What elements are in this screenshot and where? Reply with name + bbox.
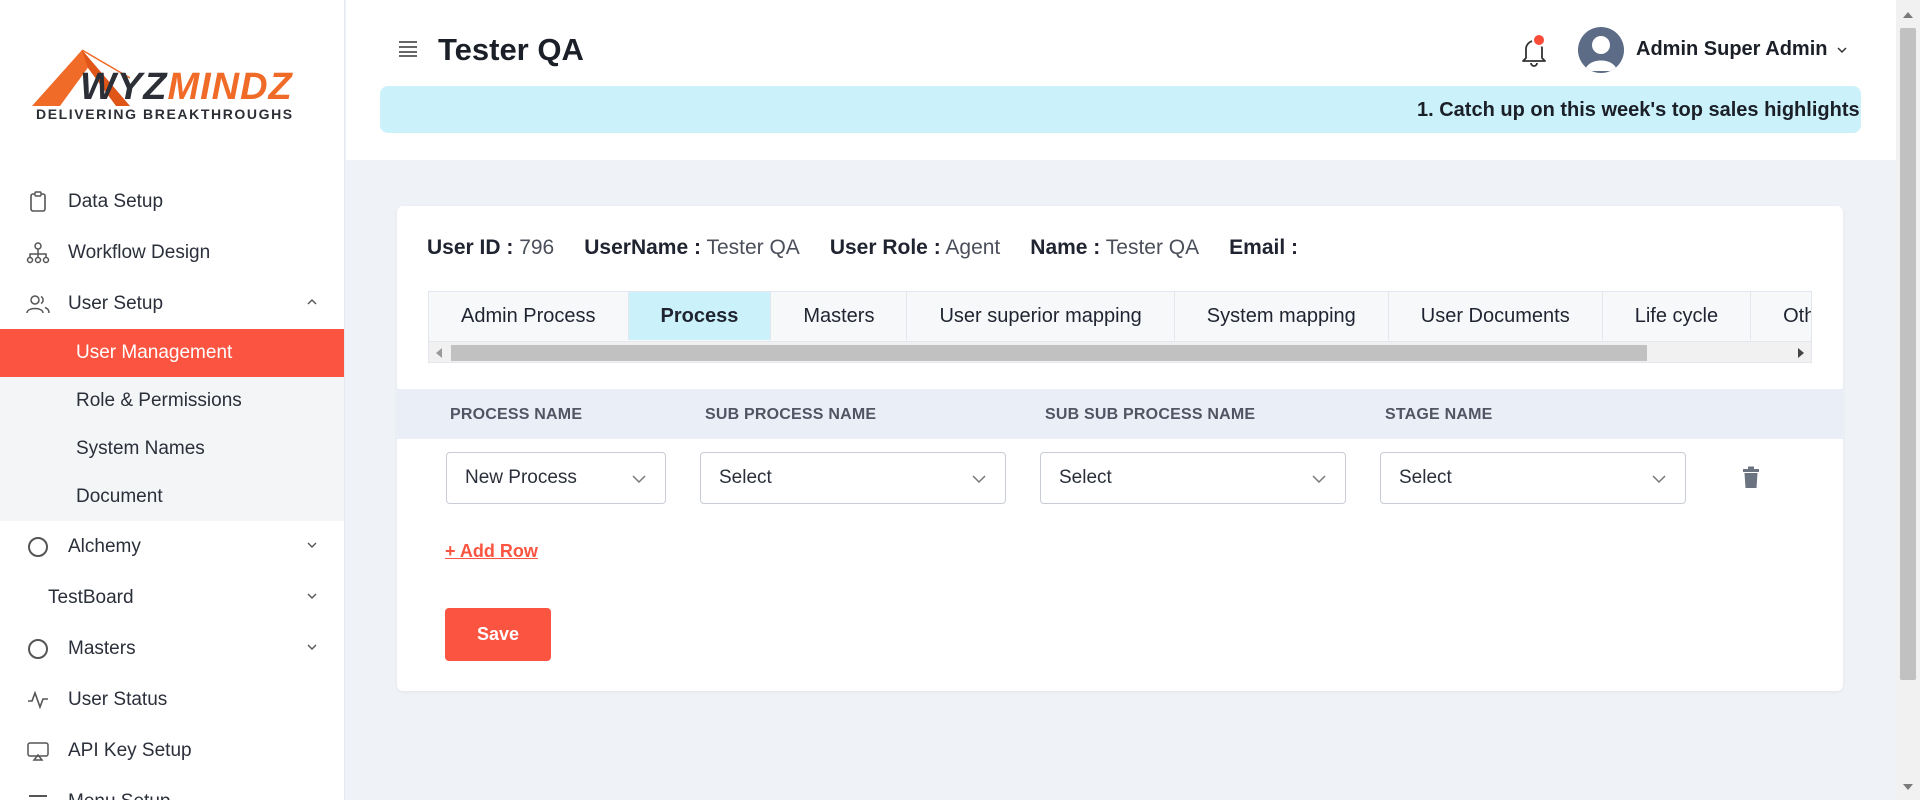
- page-vertical-scrollbar[interactable]: [1896, 0, 1920, 800]
- users-icon: [26, 292, 50, 316]
- chevron-down-icon: [972, 475, 986, 484]
- announcement-ticker: 1. Catch up on this week's top sales hig…: [380, 86, 1861, 133]
- tab-life-cycle[interactable]: Life cycle: [1603, 292, 1752, 340]
- scroll-left-arrow-icon[interactable]: [436, 348, 442, 358]
- sidebar-item-alchemy[interactable]: Alchemy: [0, 521, 344, 572]
- menu-icon: [26, 790, 50, 800]
- sidebar-item-label: Workflow Design: [68, 241, 211, 263]
- sub-sub-process-name-select[interactable]: Select: [1040, 452, 1346, 504]
- sidebar-item-data-setup[interactable]: Data Setup: [0, 176, 344, 227]
- company-logo[interactable]: WYZMINDZ DELIVERING BREAKTHROUGHS: [30, 48, 316, 124]
- sidebar: WYZMINDZ DELIVERING BREAKTHROUGHS Data S…: [0, 0, 345, 800]
- scroll-right-arrow-icon[interactable]: [1798, 348, 1804, 358]
- column-header-process-name: PROCESS NAME: [450, 406, 583, 423]
- chevron-down-icon[interactable]: [1836, 44, 1848, 56]
- sidebar-item-testboard[interactable]: TestBoard: [0, 572, 344, 623]
- sidebar-item-label: API Key Setup: [68, 739, 192, 761]
- circle-icon: [26, 637, 50, 661]
- clipboard-icon: [26, 190, 50, 214]
- sidebar-item-label: User Status: [68, 688, 168, 710]
- sidebar-item-role-permissions[interactable]: Role & Permissions: [0, 377, 344, 425]
- sidebar-item-user-setup[interactable]: User Setup: [0, 278, 344, 329]
- circle-icon: [26, 535, 50, 559]
- column-header-sub-sub-process-name: SUB SUB PROCESS NAME: [1045, 406, 1256, 423]
- scrollbar-thumb[interactable]: [1900, 28, 1916, 680]
- tab-user-superior-mapping[interactable]: User superior mapping: [907, 292, 1175, 340]
- logo-tagline: DELIVERING BREAKTHROUGHS: [36, 106, 294, 122]
- user-setup-submenu: User Management Role & Permissions Syste…: [0, 329, 344, 521]
- table-header: PROCESS NAME SUB PROCESS NAME SUB SUB PR…: [397, 389, 1843, 439]
- sub-process-name-select[interactable]: Select: [700, 452, 1006, 504]
- sidebar-item-label: TestBoard: [48, 586, 134, 608]
- user-info-row: User ID : 796 UserName : Tester QA User …: [427, 236, 1328, 260]
- sidebar-item-label: Masters: [68, 637, 136, 659]
- sidebar-item-label: Data Setup: [68, 190, 164, 212]
- sidebar-item-user-status[interactable]: User Status: [0, 674, 344, 725]
- delete-row-trash-icon[interactable]: [1740, 466, 1762, 490]
- sidebar-item-user-management[interactable]: User Management: [0, 329, 344, 377]
- sidebar-item-document[interactable]: Document: [0, 473, 344, 521]
- stage-name-select[interactable]: Select: [1380, 452, 1686, 504]
- sidebar-nav: Data Setup Workflow Design User Setup Us…: [0, 176, 344, 800]
- chevron-up-icon: [307, 299, 317, 305]
- chevron-down-icon: [1652, 475, 1666, 484]
- sidebar-item-label: User Setup: [68, 292, 164, 314]
- add-row-link[interactable]: + Add Row: [445, 541, 538, 562]
- sidebar-item-menu-setup[interactable]: Menu Setup: [0, 776, 344, 800]
- scrollbar-thumb[interactable]: [451, 345, 1647, 361]
- chevron-down-icon: [307, 644, 317, 650]
- user-id-field: User ID : 796: [427, 236, 555, 259]
- email-field: Email :: [1229, 236, 1299, 259]
- sidebar-item-system-names[interactable]: System Names: [0, 425, 344, 473]
- chevron-down-icon: [632, 475, 646, 484]
- column-header-stage-name: STAGE NAME: [1385, 406, 1493, 423]
- user-menu-name[interactable]: Admin Super Admin: [1636, 38, 1827, 61]
- sidebar-item-workflow-design[interactable]: Workflow Design: [0, 227, 344, 278]
- column-header-sub-process-name: SUB PROCESS NAME: [705, 406, 877, 423]
- username-field: UserName : Tester QA: [584, 236, 800, 259]
- tab-bar: Admin Process Process Masters User super…: [428, 291, 1812, 341]
- sidebar-item-label: Menu Setup: [68, 791, 170, 800]
- process-name-select[interactable]: New Process: [446, 452, 666, 504]
- scroll-up-arrow-icon[interactable]: [1903, 12, 1913, 18]
- activity-icon: [26, 688, 50, 712]
- notification-badge: [1532, 33, 1546, 47]
- scroll-down-arrow-icon[interactable]: [1903, 784, 1913, 790]
- tab-horizontal-scrollbar[interactable]: [428, 341, 1812, 363]
- sidebar-item-api-key-setup[interactable]: API Key Setup: [0, 725, 344, 776]
- name-field: Name : Tester QA: [1030, 236, 1200, 259]
- top-header: Tester QA Admin Super Admin 1. Catch up …: [346, 0, 1896, 160]
- ticker-text: 1. Catch up on this week's top sales hig…: [1417, 99, 1860, 121]
- monitor-icon: [26, 739, 50, 763]
- chevron-down-icon: [307, 593, 317, 599]
- tab-others[interactable]: Others: [1751, 292, 1811, 340]
- tab-process[interactable]: Process: [628, 292, 772, 340]
- user-role-field: User Role : Agent: [829, 236, 1001, 259]
- chevron-down-icon: [307, 542, 317, 548]
- tab-user-documents[interactable]: User Documents: [1389, 292, 1603, 340]
- avatar[interactable]: [1578, 27, 1624, 73]
- user-detail-card: User ID : 796 UserName : Tester QA User …: [397, 206, 1843, 691]
- tab-admin-process[interactable]: Admin Process: [429, 292, 629, 340]
- tab-system-mapping[interactable]: System mapping: [1175, 292, 1389, 340]
- chevron-down-icon: [1312, 475, 1326, 484]
- sidebar-item-masters[interactable]: Masters: [0, 623, 344, 674]
- save-button[interactable]: Save: [445, 608, 551, 661]
- tab-masters[interactable]: Masters: [771, 292, 908, 340]
- page-title: Tester QA: [438, 32, 584, 67]
- sidebar-item-label: Alchemy: [68, 535, 141, 557]
- logo-wordmark: WYZMINDZ: [80, 66, 293, 108]
- hamburger-menu-icon[interactable]: [398, 40, 418, 58]
- workflow-icon: [26, 241, 50, 265]
